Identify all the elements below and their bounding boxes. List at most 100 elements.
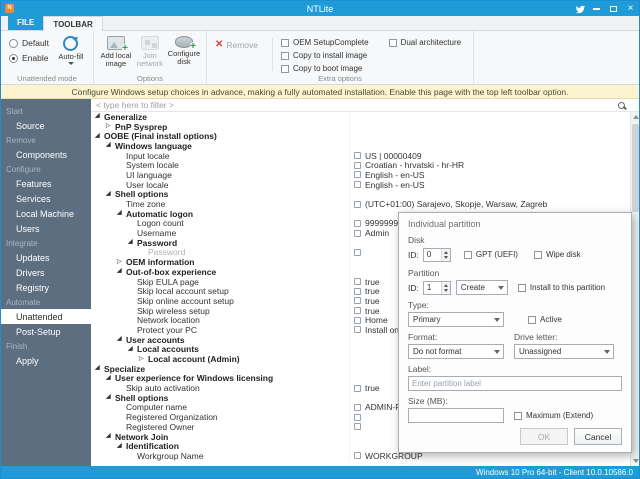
value-field-icon[interactable] xyxy=(354,162,361,169)
scroll-down-icon[interactable] xyxy=(632,457,639,465)
value-field-icon[interactable] xyxy=(354,414,361,421)
size-input[interactable] xyxy=(408,408,504,423)
value-field-icon[interactable] xyxy=(354,249,361,256)
expanded-arrow-icon[interactable]: ◢ xyxy=(128,345,137,354)
sidebar-item-local-machine[interactable]: Local Machine xyxy=(1,206,91,221)
tree-row[interactable]: ◢OOBE (Final install options) xyxy=(91,131,630,141)
tree-row-label: Password xyxy=(137,238,177,248)
wipe-disk-checkbox[interactable]: Wipe disk xyxy=(534,250,581,259)
value-field-icon[interactable] xyxy=(354,288,361,295)
tree-row[interactable]: ◢Generalize xyxy=(91,112,630,122)
auto-fill-button[interactable]: Auto-fill xyxy=(55,34,87,71)
value-field-icon[interactable] xyxy=(354,404,361,411)
install-to-partition-checkbox[interactable]: Install to this partition xyxy=(518,283,605,292)
join-network-button[interactable]: Joinnetwork xyxy=(134,34,166,71)
sidebar-item-users[interactable]: Users xyxy=(1,221,91,236)
twitter-icon[interactable] xyxy=(571,1,588,16)
expanded-arrow-icon[interactable]: ◢ xyxy=(106,374,115,383)
sidebar-item-features[interactable]: Features xyxy=(1,176,91,191)
tree-row[interactable]: Input localeUS | 00000409 xyxy=(91,151,630,161)
sidebar-item-registry[interactable]: Registry xyxy=(1,280,91,295)
value-field-icon[interactable] xyxy=(354,230,361,237)
value-field-icon[interactable] xyxy=(354,307,361,314)
active-checkbox[interactable]: Active xyxy=(528,315,562,324)
value-field-icon[interactable] xyxy=(354,278,361,285)
value-field-icon[interactable] xyxy=(354,181,361,188)
maximum-extend-checkbox[interactable]: Maximum (Extend) xyxy=(514,411,593,420)
spinner-arrows-icon[interactable] xyxy=(441,249,450,261)
extra-checkbox-col2: Dual architecture xyxy=(381,38,461,71)
expanded-arrow-icon[interactable]: ◢ xyxy=(117,335,126,344)
sidebar-item-services[interactable]: Services xyxy=(1,191,91,206)
checkbox-copy-to-boot-image[interactable]: Copy to boot image xyxy=(281,64,369,73)
expanded-arrow-icon[interactable]: ◢ xyxy=(117,267,126,276)
search-icon[interactable] xyxy=(618,102,625,109)
ok-button[interactable]: OK xyxy=(520,428,568,445)
enable-radio[interactable]: Enable xyxy=(9,53,49,63)
configure-disk-button[interactable]: Configuredisk xyxy=(168,34,200,71)
sidebar-item-apply[interactable]: Apply xyxy=(1,353,91,368)
partition-id-spinner[interactable]: 1 xyxy=(423,281,451,295)
drive-letter-dropdown[interactable]: Unassigned xyxy=(514,344,614,359)
value-field-icon[interactable] xyxy=(354,171,361,178)
value-field-icon[interactable] xyxy=(354,297,361,304)
value-field-icon[interactable] xyxy=(354,452,361,459)
tree-row[interactable]: User localeEnglish - en-US xyxy=(91,180,630,190)
partition-label-input[interactable] xyxy=(408,376,622,391)
close-button[interactable]: × xyxy=(622,1,639,16)
partition-mode-dropdown[interactable]: Create xyxy=(456,280,508,295)
default-radio[interactable]: Default xyxy=(9,38,49,48)
checkbox-dual-architecture[interactable]: Dual architecture xyxy=(389,38,461,47)
value-field-icon[interactable] xyxy=(354,385,361,392)
maximize-button[interactable] xyxy=(605,1,622,16)
tree-row[interactable]: System localeCroatian - hrvatski - hr-HR xyxy=(91,160,630,170)
sidebar-item-source[interactable]: Source xyxy=(1,118,91,133)
type-dropdown[interactable]: Primary xyxy=(408,312,504,327)
expanded-arrow-icon[interactable]: ◢ xyxy=(106,393,115,402)
value-field-icon[interactable] xyxy=(354,326,361,333)
sidebar-item-updates[interactable]: Updates xyxy=(1,250,91,265)
value-field-icon[interactable] xyxy=(354,201,361,208)
add-local-image-button[interactable]: Add localimage xyxy=(100,34,132,71)
expanded-arrow-icon[interactable]: ◢ xyxy=(95,132,104,141)
expanded-arrow-icon[interactable]: ◢ xyxy=(106,141,115,150)
tab-file[interactable]: FILE xyxy=(8,15,43,30)
gpt-uefi-checkbox[interactable]: GPT (UEFI) xyxy=(464,250,518,259)
tree-row[interactable]: ◢Windows language xyxy=(91,141,630,151)
format-dropdown[interactable]: Do not format xyxy=(408,344,504,359)
disk-id-spinner[interactable]: 0 xyxy=(423,248,451,262)
expanded-arrow-icon[interactable]: ◢ xyxy=(106,190,115,199)
spinner-arrows-icon[interactable] xyxy=(441,282,450,294)
expanded-arrow-icon[interactable]: ◢ xyxy=(117,209,126,218)
value-field-icon[interactable] xyxy=(354,220,361,227)
value-field-icon[interactable] xyxy=(354,152,361,159)
scroll-thumb[interactable] xyxy=(632,124,639,212)
scroll-up-icon[interactable] xyxy=(632,113,639,121)
filter-input[interactable] xyxy=(96,100,614,110)
sidebar-item-post-setup[interactable]: Post-Setup xyxy=(1,324,91,339)
minimize-button[interactable] xyxy=(588,1,605,16)
value-field-icon[interactable] xyxy=(354,423,361,430)
remove-button[interactable]: ✕ Remove xyxy=(215,40,258,50)
tab-toolbar[interactable]: TOOLBAR xyxy=(43,16,102,31)
checkbox-copy-to-install-image[interactable]: Copy to install image xyxy=(281,51,369,60)
sidebar-item-drivers[interactable]: Drivers xyxy=(1,265,91,280)
tree-row[interactable]: ▷PnP Sysprep xyxy=(91,122,630,132)
collapsed-arrow-icon[interactable]: ▷ xyxy=(106,122,115,131)
tree-row[interactable]: UI languageEnglish - en-US xyxy=(91,170,630,180)
tree-row[interactable]: ◢Shell options xyxy=(91,190,630,200)
collapsed-arrow-icon[interactable]: ▷ xyxy=(117,258,126,267)
checkbox-oem-setupcomplete[interactable]: OEM SetupComplete xyxy=(281,38,369,47)
expanded-arrow-icon[interactable]: ◢ xyxy=(95,364,104,373)
tree-row-name: UI language xyxy=(91,170,349,180)
expanded-arrow-icon[interactable]: ◢ xyxy=(128,238,137,247)
expanded-arrow-icon[interactable]: ◢ xyxy=(117,442,126,451)
tree-row[interactable]: Time zone(UTC+01:00) Sarajevo, Skopje, W… xyxy=(91,199,630,209)
collapsed-arrow-icon[interactable]: ▷ xyxy=(139,355,148,364)
expanded-arrow-icon[interactable]: ◢ xyxy=(95,112,104,121)
value-field-icon[interactable] xyxy=(354,317,361,324)
expanded-arrow-icon[interactable]: ◢ xyxy=(106,432,115,441)
sidebar-item-components[interactable]: Components xyxy=(1,147,91,162)
sidebar-item-unattended[interactable]: Unattended xyxy=(1,309,91,324)
cancel-button[interactable]: Cancel xyxy=(574,428,622,445)
